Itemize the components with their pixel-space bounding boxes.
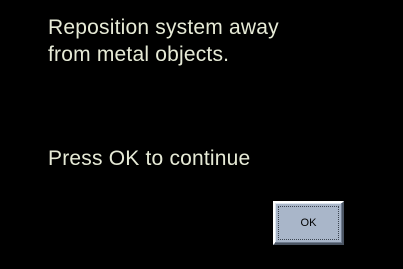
message-line-1: Reposition system away xyxy=(48,16,279,39)
message-line-2: from metal objects. xyxy=(48,43,230,66)
continue-prompt: Press OK to continue xyxy=(48,147,251,170)
ok-button[interactable]: OK xyxy=(273,201,344,245)
ok-button-label: OK xyxy=(300,217,317,229)
alert-screen: Reposition system away from metal object… xyxy=(0,0,403,269)
